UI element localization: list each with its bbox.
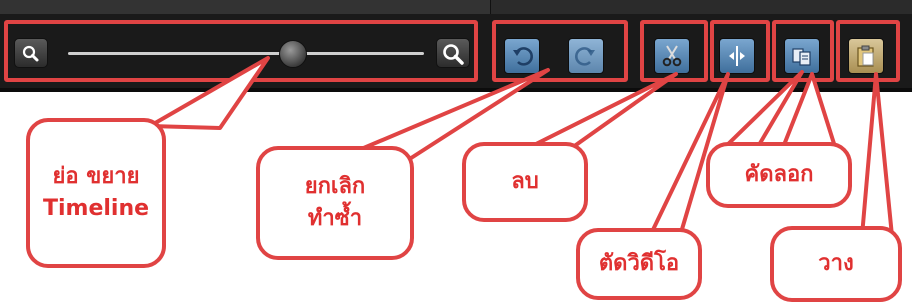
copy-callout-tail [720,70,838,152]
callout-text: ทำซ้ำ [307,206,363,231]
split-video-callout: ตัดวิดีโอ [576,228,702,300]
callout-text: วาง [818,251,854,276]
callout-text: ตัดวิดีโอ [598,251,680,276]
undo-redo-callout: ยกเลิก ทำซ้ำ [256,146,414,260]
delete-callout: ลบ [462,142,588,222]
paste-callout: วาง [770,226,902,302]
paste-callout-tail [860,72,894,238]
copy-callout: คัดลอก [706,142,852,208]
callout-text: Timeline [42,196,150,221]
zoom-callout-tail [148,56,270,130]
callout-text: ยกเลิก [304,174,366,199]
callout-text: คัดลอก [744,162,814,187]
zoom-timeline-callout: ย่อ ขยาย Timeline [26,118,166,268]
callout-text: ลบ [511,169,539,194]
delete-callout-tail [518,72,678,154]
callout-text: ย่อ ขยาย [52,164,140,189]
